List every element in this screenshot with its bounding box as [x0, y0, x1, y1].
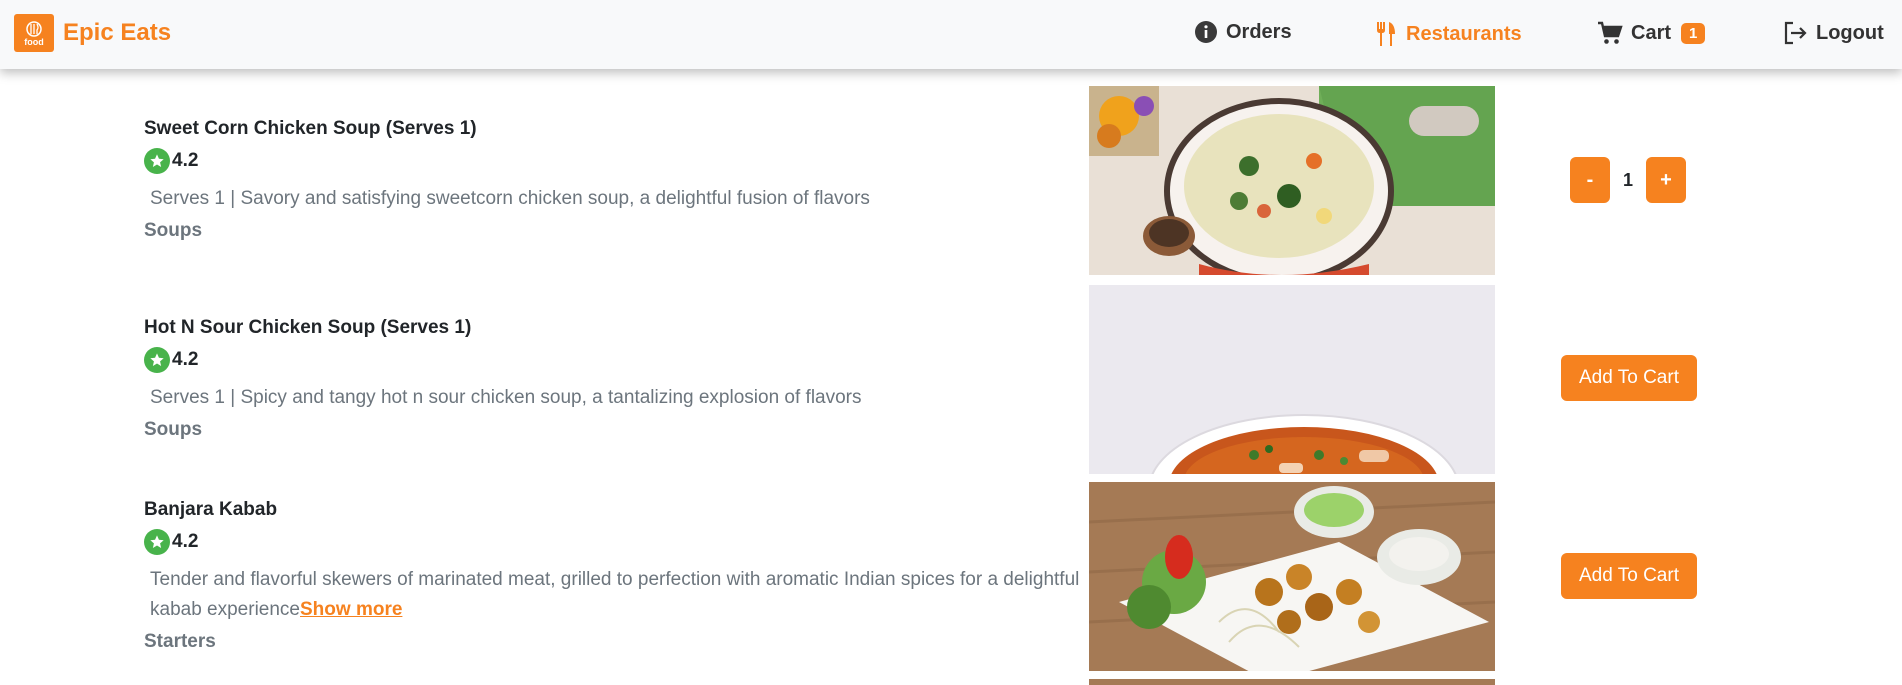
item-name: Hot N Sour Chicken Soup (Serves 1) — [144, 317, 472, 338]
item-description-text: Tender and flavorful skewers of marinate… — [150, 569, 1080, 620]
add-to-cart-button[interactable]: Add To Cart — [1561, 355, 1697, 401]
food-image-hot-n-sour-soup — [1089, 285, 1495, 474]
item-category: Starters — [144, 631, 216, 652]
nav-orders[interactable]: Orders — [1194, 20, 1292, 44]
star-icon — [144, 529, 170, 555]
star-icon — [144, 148, 170, 174]
food-logo-icon — [26, 20, 42, 37]
nav-restaurants[interactable]: Restaurants — [1374, 20, 1522, 48]
brand-logo: food — [14, 14, 54, 52]
next-food-image — [1089, 679, 1495, 685]
item-name: Sweet Corn Chicken Soup (Serves 1) — [144, 118, 477, 139]
menu-item: Banjara Kabab 4.2 Tender and flavorful s… — [144, 499, 1084, 653]
item-rating: 4.2 — [144, 347, 1084, 373]
item-rating: 4.2 — [144, 148, 1084, 174]
decrement-button[interactable]: - — [1570, 157, 1610, 203]
item-description: Tender and flavorful skewers of marinate… — [150, 565, 1084, 625]
item-category: Soups — [144, 220, 203, 241]
item-rating: 4.2 — [144, 529, 1084, 555]
fork-knife-icon — [1374, 20, 1398, 48]
logo-text: food — [24, 36, 44, 47]
menu-item: Hot N Sour Chicken Soup (Serves 1) 4.2 S… — [144, 317, 1084, 441]
food-image-sweet-corn-soup — [1089, 86, 1495, 275]
cart-count-badge: 1 — [1681, 22, 1706, 44]
brand[interactable]: food Epic Eats — [14, 14, 171, 52]
increment-button[interactable]: + — [1646, 157, 1686, 203]
cart-icon — [1597, 20, 1623, 46]
food-image-banjara-kabab — [1089, 482, 1495, 671]
nav-cart-label: Cart — [1631, 21, 1672, 44]
top-navbar: food Epic Eats Orders Restaurants Cart 1… — [0, 0, 1902, 69]
info-icon — [1194, 20, 1218, 44]
quantity-stepper: - 1 + — [1570, 157, 1686, 203]
rating-value: 4.2 — [172, 531, 199, 552]
brand-name: Epic Eats — [63, 19, 172, 46]
star-icon — [144, 347, 170, 373]
item-description: Serves 1 | Savory and satisfying sweetco… — [150, 188, 870, 209]
rating-value: 4.2 — [172, 349, 199, 370]
item-name: Banjara Kabab — [144, 499, 278, 520]
rating-value: 4.2 — [172, 150, 199, 171]
menu-item: Sweet Corn Chicken Soup (Serves 1) 4.2 S… — [144, 118, 1084, 242]
logout-icon — [1782, 20, 1808, 46]
nav-logout-label: Logout — [1816, 21, 1884, 44]
nav-logout[interactable]: Logout — [1782, 20, 1884, 46]
item-description: Serves 1 | Spicy and tangy hot n sour ch… — [150, 387, 862, 408]
nav-cart[interactable]: Cart 1 — [1597, 20, 1706, 46]
item-category: Soups — [144, 419, 203, 440]
add-to-cart-button[interactable]: Add To Cart — [1561, 553, 1697, 599]
nav-restaurants-label: Restaurants — [1406, 22, 1522, 45]
nav-orders-label: Orders — [1226, 20, 1292, 43]
quantity-value: 1 — [1622, 169, 1633, 190]
show-more-link[interactable]: Show more — [300, 599, 402, 620]
